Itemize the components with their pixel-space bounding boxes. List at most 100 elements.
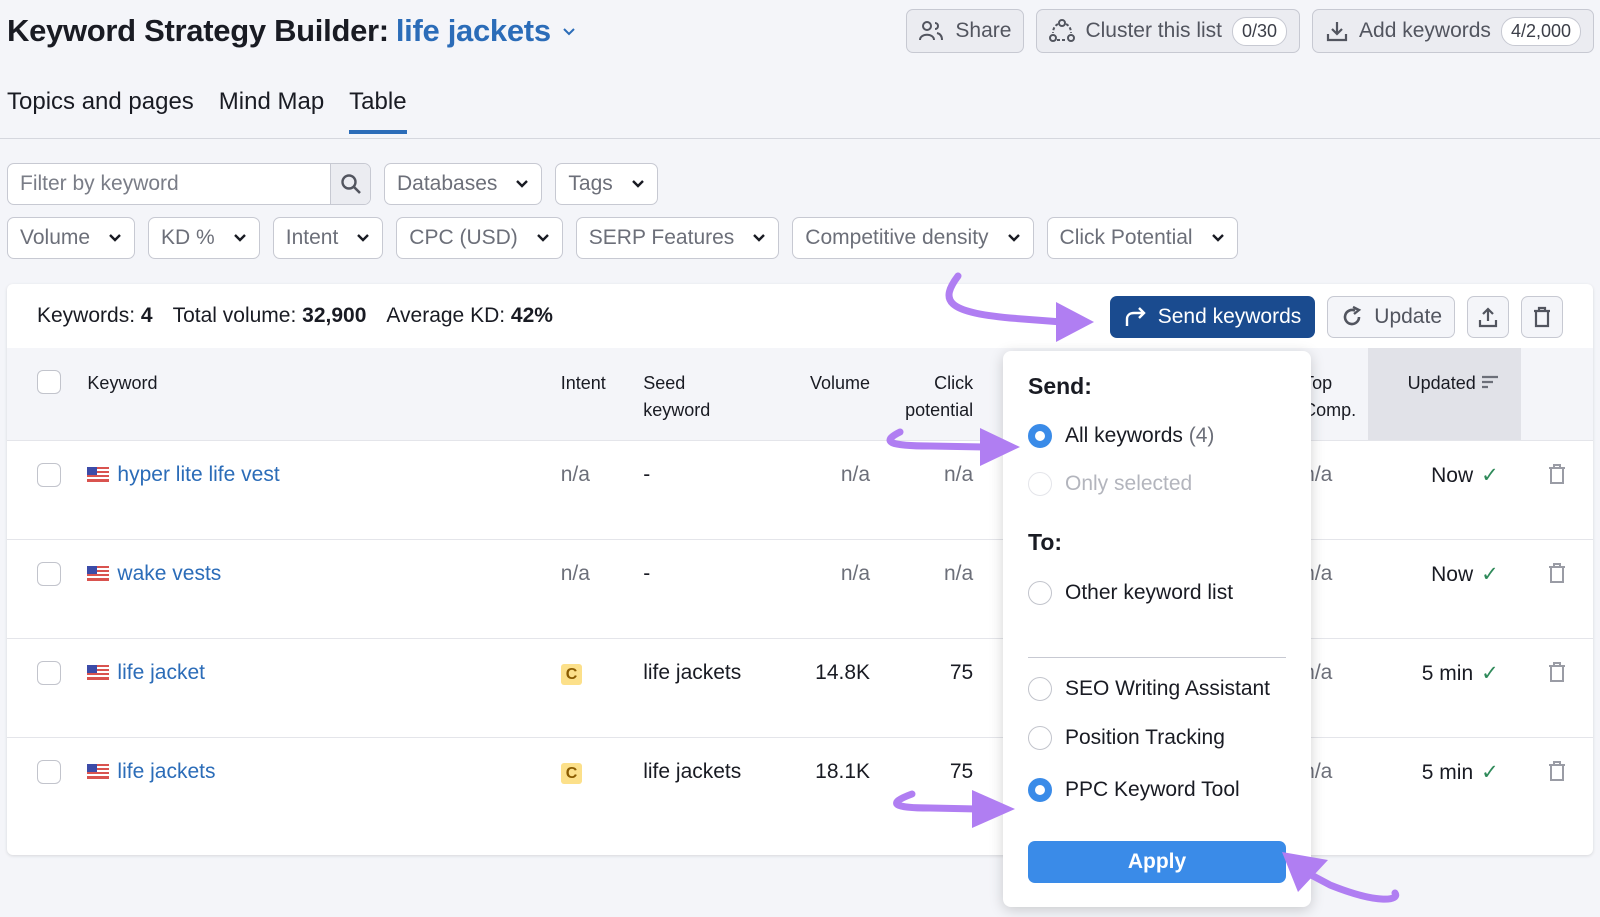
table-row: life jackets Clife jackets 18.1K 75 n/a 5 min… <box>7 737 1593 836</box>
project-selector[interactable]: life jackets <box>396 13 577 49</box>
apply-button[interactable]: Apply <box>1028 841 1286 883</box>
users-icon <box>919 21 944 41</box>
keyword-link[interactable]: hyper lite life vest <box>87 463 560 487</box>
share-button[interactable]: Share <box>906 9 1025 53</box>
intent-value: n/a <box>560 561 590 585</box>
search-button[interactable] <box>330 164 370 204</box>
radio-ppc-keyword-tool[interactable]: PPC Keyword Tool <box>1028 778 1240 802</box>
intent-value: n/a <box>560 462 590 486</box>
keyword-link[interactable]: life jacket <box>87 661 560 685</box>
volume-filter[interactable]: Volume <box>7 217 136 259</box>
volume-cell: 14.8K <box>815 660 871 684</box>
row-delete-cell <box>1521 440 1593 539</box>
intent-filter[interactable]: Intent <box>272 217 384 259</box>
search-icon <box>340 174 361 194</box>
cpc-filter[interactable]: CPC (USD) <box>396 217 563 259</box>
chevron-down-icon <box>753 234 766 242</box>
intent-cell: n/a <box>561 440 643 539</box>
row-delete-button[interactable] <box>1547 760 1567 787</box>
chevron-down-icon <box>563 28 575 36</box>
trash-icon <box>1548 760 1565 781</box>
databases-dropdown[interactable]: Databases <box>384 163 543 205</box>
radio-seo-writing-assistant[interactable]: SEO Writing Assistant <box>1028 677 1270 701</box>
add-keywords-button[interactable]: Add keywords 4/2,000 <box>1312 9 1594 53</box>
send-heading: Send: <box>1028 373 1092 399</box>
column-updated[interactable]: Updated <box>1368 348 1521 440</box>
row-select-cell <box>7 539 87 638</box>
filters-row-1: Databases Tags <box>7 163 658 205</box>
trash-icon <box>1534 306 1550 328</box>
updated-value: 5 min <box>1421 760 1474 784</box>
column-seed-keyword[interactable]: Seed keyword <box>643 348 777 440</box>
radio-indicator <box>1028 778 1052 802</box>
column-intent[interactable]: Intent <box>561 348 643 440</box>
cluster-label: Cluster this list <box>1085 19 1222 42</box>
tags-label: Tags <box>568 172 613 195</box>
tab-topics-and-pages[interactable]: Topics and pages <box>7 88 194 134</box>
updated-cell: 5 min ✓ <box>1368 638 1521 737</box>
filter-keyword-input[interactable] <box>8 164 330 204</box>
filters-row-2: Volume KD % Intent CPC (USD) SERP Featur… <box>7 217 1238 259</box>
tabs-divider <box>0 138 1600 139</box>
popup-divider <box>1028 657 1286 658</box>
table-row: wake vests n/a - n/a n/a n/a Now ✓ <box>7 539 1593 638</box>
row-delete-cell <box>1521 737 1593 836</box>
export-button[interactable] <box>1467 296 1509 338</box>
kd-filter-label: KD % <box>161 226 215 249</box>
keyword-filter <box>7 163 371 205</box>
seed-keyword-cell: - <box>643 462 651 486</box>
column-click-potential[interactable]: Click potential <box>870 348 973 440</box>
intent-cell: C <box>560 638 643 737</box>
trash-icon <box>1548 661 1565 682</box>
click-potential-filter[interactable]: Click Potential <box>1046 217 1238 259</box>
upload-icon <box>1478 307 1498 328</box>
column-keyword[interactable]: Keyword <box>87 348 560 440</box>
row-delete-button[interactable] <box>1547 562 1567 589</box>
radio-all-keywords[interactable]: All keywords (4) <box>1028 424 1214 448</box>
table-row: hyper lite life vest n/a - n/a n/a n/a Now ✓ <box>7 440 1593 539</box>
updated-cell: 5 min ✓ <box>1368 737 1521 836</box>
competitive-density-filter[interactable]: Competitive density <box>792 217 1034 259</box>
add-keywords-label: Add keywords <box>1359 19 1491 42</box>
select-all-checkbox[interactable] <box>37 370 61 394</box>
row-delete-button[interactable] <box>1547 661 1567 688</box>
row-checkbox[interactable] <box>37 759 61 784</box>
page-title: Keyword Strategy Builder: life jackets <box>7 10 577 52</box>
keyword-link[interactable]: life jackets <box>87 760 560 784</box>
serp-features-filter-label: SERP Features <box>588 226 735 249</box>
tab-mind-map[interactable]: Mind Map <box>219 88 324 134</box>
check-icon: ✓ <box>1481 562 1499 586</box>
radio-only-selected[interactable]: Only selected <box>1028 472 1192 496</box>
update-label: Update <box>1374 305 1442 328</box>
row-delete-button[interactable] <box>1547 463 1567 490</box>
row-checkbox[interactable] <box>37 660 61 685</box>
refresh-icon <box>1344 305 1362 326</box>
row-checkbox[interactable] <box>37 561 61 586</box>
tags-dropdown[interactable]: Tags <box>555 163 658 205</box>
column-volume[interactable]: Volume <box>777 348 870 440</box>
radio-other-keyword-list[interactable]: Other keyword list <box>1028 581 1233 605</box>
delete-all-button[interactable] <box>1521 296 1563 338</box>
ppc-keyword-tool-label: PPC Keyword Tool <box>1065 778 1240 801</box>
updated-value: 5 min <box>1421 661 1474 685</box>
kd-filter[interactable]: KD % <box>148 217 260 259</box>
keyword-link[interactable]: wake vests <box>87 562 560 586</box>
tab-table[interactable]: Table <box>349 88 407 134</box>
row-checkbox[interactable] <box>37 462 61 487</box>
project-name: life jackets <box>395 13 551 48</box>
seed-keyword-cell: life jackets <box>643 759 742 783</box>
check-icon: ✓ <box>1481 463 1499 487</box>
chevron-down-icon <box>1007 234 1020 242</box>
intent-cell: C <box>560 737 643 836</box>
update-button[interactable]: Update <box>1327 296 1455 338</box>
chevron-down-icon <box>357 234 370 242</box>
radio-position-tracking[interactable]: Position Tracking <box>1028 726 1225 750</box>
keyword-cell: life jacket <box>87 638 560 737</box>
send-keywords-button[interactable]: Send keywords <box>1109 296 1316 338</box>
keyword-cell: life jackets <box>87 737 560 836</box>
cpc-filter-label: CPC (USD) <box>409 226 518 249</box>
volume-cell: 18.1K <box>815 759 871 783</box>
row-select-cell <box>7 737 87 836</box>
cluster-button[interactable]: Cluster this list 0/30 <box>1036 9 1301 53</box>
serp-features-filter[interactable]: SERP Features <box>575 217 780 259</box>
